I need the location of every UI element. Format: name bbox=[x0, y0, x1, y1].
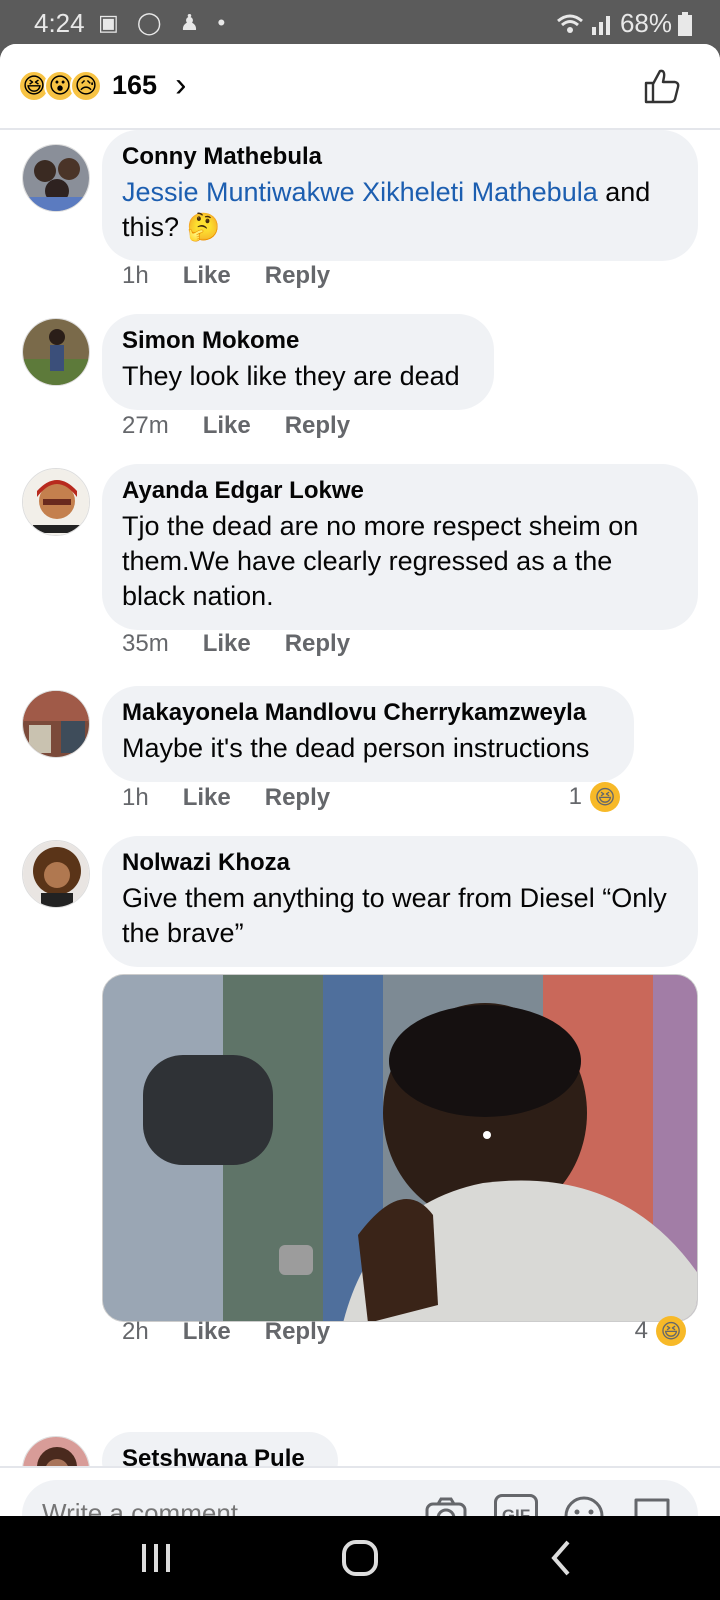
home-icon[interactable] bbox=[338, 1538, 382, 1578]
comment-bubble[interactable]: Makayonela Mandlovu Cherrykamzweyla Mayb… bbox=[102, 686, 634, 782]
like-button[interactable]: Like bbox=[183, 262, 231, 290]
avatar[interactable] bbox=[22, 840, 90, 908]
comment-time: 35m bbox=[122, 630, 169, 657]
notification-icons: ▣ ◯ ♟ • bbox=[98, 10, 232, 35]
camera-icon[interactable] bbox=[424, 1494, 468, 1516]
comment-bubble[interactable]: Simon Mokome They look like they are dea… bbox=[102, 314, 494, 410]
comment-time: 1h bbox=[122, 784, 149, 811]
thumbs-up-icon[interactable] bbox=[642, 66, 682, 106]
reaction-number: 1 bbox=[568, 783, 582, 810]
comment-time: 1h bbox=[122, 262, 149, 289]
comment-actions: 2h Like Reply bbox=[122, 1318, 330, 1346]
android-navigation-bar bbox=[0, 1516, 720, 1600]
comment-bubble[interactable]: Setshwana Pule bbox=[102, 1432, 338, 1466]
comments-sheet: 😆 😮 😥 165 › Conny Mathebula Jessie Munti… bbox=[0, 44, 720, 1516]
comment-text: Jessie Muntiwakwe Xikheleti Mathebula an… bbox=[122, 175, 678, 245]
comment-text: Maybe it's the dead person instructions bbox=[122, 733, 590, 763]
avatar[interactable] bbox=[22, 468, 90, 536]
comment-list[interactable]: Conny Mathebula Jessie Muntiwakwe Xikhel… bbox=[0, 130, 720, 1466]
avatar[interactable] bbox=[22, 1436, 90, 1466]
haha-reaction-icon: 😆 bbox=[590, 782, 620, 812]
haha-reaction-icon: 😆 bbox=[656, 1316, 686, 1346]
comment-composer: GIF bbox=[0, 1466, 720, 1516]
status-bar: 4:24 ▣ ◯ ♟ • 68% bbox=[0, 0, 720, 46]
comment-input[interactable] bbox=[42, 1498, 422, 1516]
composer-box[interactable]: GIF bbox=[22, 1480, 698, 1516]
like-button[interactable]: Like bbox=[183, 1318, 231, 1346]
reaction-count: 165 bbox=[112, 70, 158, 100]
comment-actions: 35m Like Reply bbox=[122, 630, 350, 658]
signal-icon bbox=[591, 15, 610, 35]
comment-bubble[interactable]: Nolwazi Khoza Give them anything to wear… bbox=[102, 836, 698, 967]
comment-author[interactable]: Nolwazi Khoza bbox=[122, 848, 678, 878]
comment-actions: 1h Like Reply bbox=[122, 784, 330, 812]
emoji-icon[interactable] bbox=[562, 1494, 606, 1516]
reply-button[interactable]: Reply bbox=[285, 630, 350, 658]
avatar[interactable] bbox=[22, 690, 90, 758]
sticker-icon[interactable] bbox=[630, 1494, 674, 1516]
reply-button[interactable]: Reply bbox=[265, 1318, 330, 1346]
comment-text: Give them anything to wear from Diesel “… bbox=[122, 883, 667, 948]
comment-author[interactable]: Makayonela Mandlovu Cherrykamzweyla bbox=[122, 698, 614, 728]
avatar[interactable] bbox=[22, 318, 90, 386]
comment-actions: 27m Like Reply bbox=[122, 412, 350, 440]
like-button[interactable]: Like bbox=[183, 784, 231, 812]
like-button[interactable]: Like bbox=[203, 630, 251, 658]
battery-percent: 68% bbox=[619, 8, 672, 38]
reply-button[interactable]: Reply bbox=[285, 412, 350, 440]
comment-time: 2h bbox=[122, 1318, 149, 1345]
reply-button[interactable]: Reply bbox=[265, 262, 330, 290]
avatar[interactable] bbox=[22, 144, 90, 212]
comment-actions: 1h Like Reply bbox=[122, 262, 330, 290]
gif-button[interactable]: GIF bbox=[494, 1494, 538, 1516]
comment-bubble[interactable]: Ayanda Edgar Lokwe Tjo the dead are no m… bbox=[102, 464, 698, 630]
comment-reaction-count[interactable]: 1 😆 bbox=[569, 782, 620, 812]
gif-label: GIF bbox=[501, 1506, 531, 1516]
comment-author[interactable]: Ayanda Edgar Lokwe bbox=[122, 476, 678, 506]
mention-link[interactable]: Jessie Muntiwakwe Xikheleti Mathebula bbox=[122, 177, 598, 207]
comment-author[interactable]: Conny Mathebula bbox=[122, 142, 678, 172]
back-icon[interactable] bbox=[540, 1538, 584, 1578]
battery-icon bbox=[678, 11, 692, 36]
comment-photo[interactable] bbox=[102, 974, 698, 1322]
reactions-summary[interactable]: 😆 😮 😥 165 › bbox=[18, 66, 186, 105]
wifi-icon bbox=[556, 14, 583, 33]
sheet-header: 😆 😮 😥 165 › bbox=[0, 44, 720, 130]
comment-reaction-count[interactable]: 4 😆 bbox=[635, 1316, 686, 1346]
comment-text: Tjo the dead are no more respect sheim o… bbox=[122, 511, 639, 611]
reply-button[interactable]: Reply bbox=[265, 784, 330, 812]
reaction-number: 4 bbox=[634, 1317, 648, 1344]
comment-bubble[interactable]: Conny Mathebula Jessie Muntiwakwe Xikhel… bbox=[102, 130, 698, 261]
comment-author[interactable]: Simon Mokome bbox=[122, 326, 474, 356]
chevron-right-icon: › bbox=[175, 66, 187, 104]
comment-time: 27m bbox=[122, 412, 169, 439]
recent-apps-icon[interactable] bbox=[134, 1538, 178, 1578]
sad-reaction-icon: 😥 bbox=[70, 69, 102, 102]
status-time: 4:24 bbox=[34, 8, 85, 38]
comment-text: They look like they are dead bbox=[122, 361, 460, 391]
comment-author[interactable]: Setshwana Pule bbox=[122, 1444, 318, 1466]
like-button[interactable]: Like bbox=[203, 412, 251, 440]
status-right: 68% bbox=[556, 8, 692, 39]
